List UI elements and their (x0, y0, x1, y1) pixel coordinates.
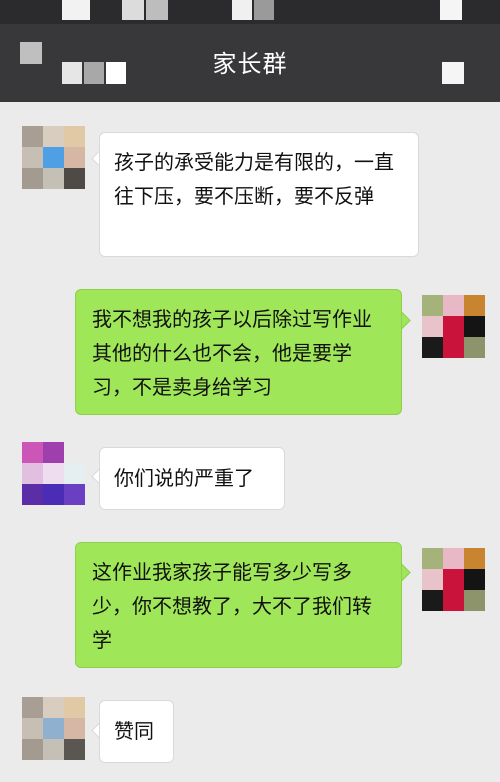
more-icon[interactable] (442, 62, 464, 84)
chat-title: 家长群 (212, 50, 288, 78)
avatar[interactable] (422, 295, 485, 358)
status-blur-block (440, 0, 462, 20)
avatar[interactable] (422, 548, 485, 611)
message-text: 孩子的承受能力是有限的，一直往下压，要不压断，要不反弹 (114, 150, 394, 208)
message-bubble[interactable]: 赞同 (99, 700, 174, 763)
message-text: 你们说的严重了 (114, 466, 254, 490)
message-bubble[interactable]: 我不想我的孩子以后除过写作业其他的什么也不会，他是要学习，不是卖身给学习 (75, 289, 402, 415)
status-blur-block (146, 0, 168, 20)
message-text: 我不想我的孩子以后除过写作业其他的什么也不会，他是要学习，不是卖身给学习 (92, 307, 372, 399)
message-bubble[interactable]: 孩子的承受能力是有限的，一直往下压，要不压断，要不反弹 (99, 132, 419, 257)
status-blur-block (254, 0, 274, 20)
message-bubble[interactable]: 你们说的严重了 (99, 447, 285, 510)
avatar[interactable] (22, 697, 85, 760)
avatar[interactable] (22, 442, 85, 505)
message-text: 这作业我家孩子能写多少写多少，你不想教了，大不了我们转学 (92, 560, 372, 652)
avatar[interactable] (22, 126, 85, 189)
status-blur-block (122, 0, 144, 20)
chat-screen: 家长群 孩子的承受能力是有限的，一直往下压，要不压断，要不反弹 我不想我的孩子以… (0, 0, 500, 782)
navigation-bar: 家长群 (0, 24, 500, 102)
message-bubble[interactable]: 这作业我家孩子能写多少写多少，你不想教了，大不了我们转学 (75, 542, 402, 668)
message-text: 赞同 (114, 719, 154, 743)
status-bar (0, 0, 500, 24)
status-blur-block (62, 0, 90, 20)
status-blur-block (232, 0, 252, 20)
